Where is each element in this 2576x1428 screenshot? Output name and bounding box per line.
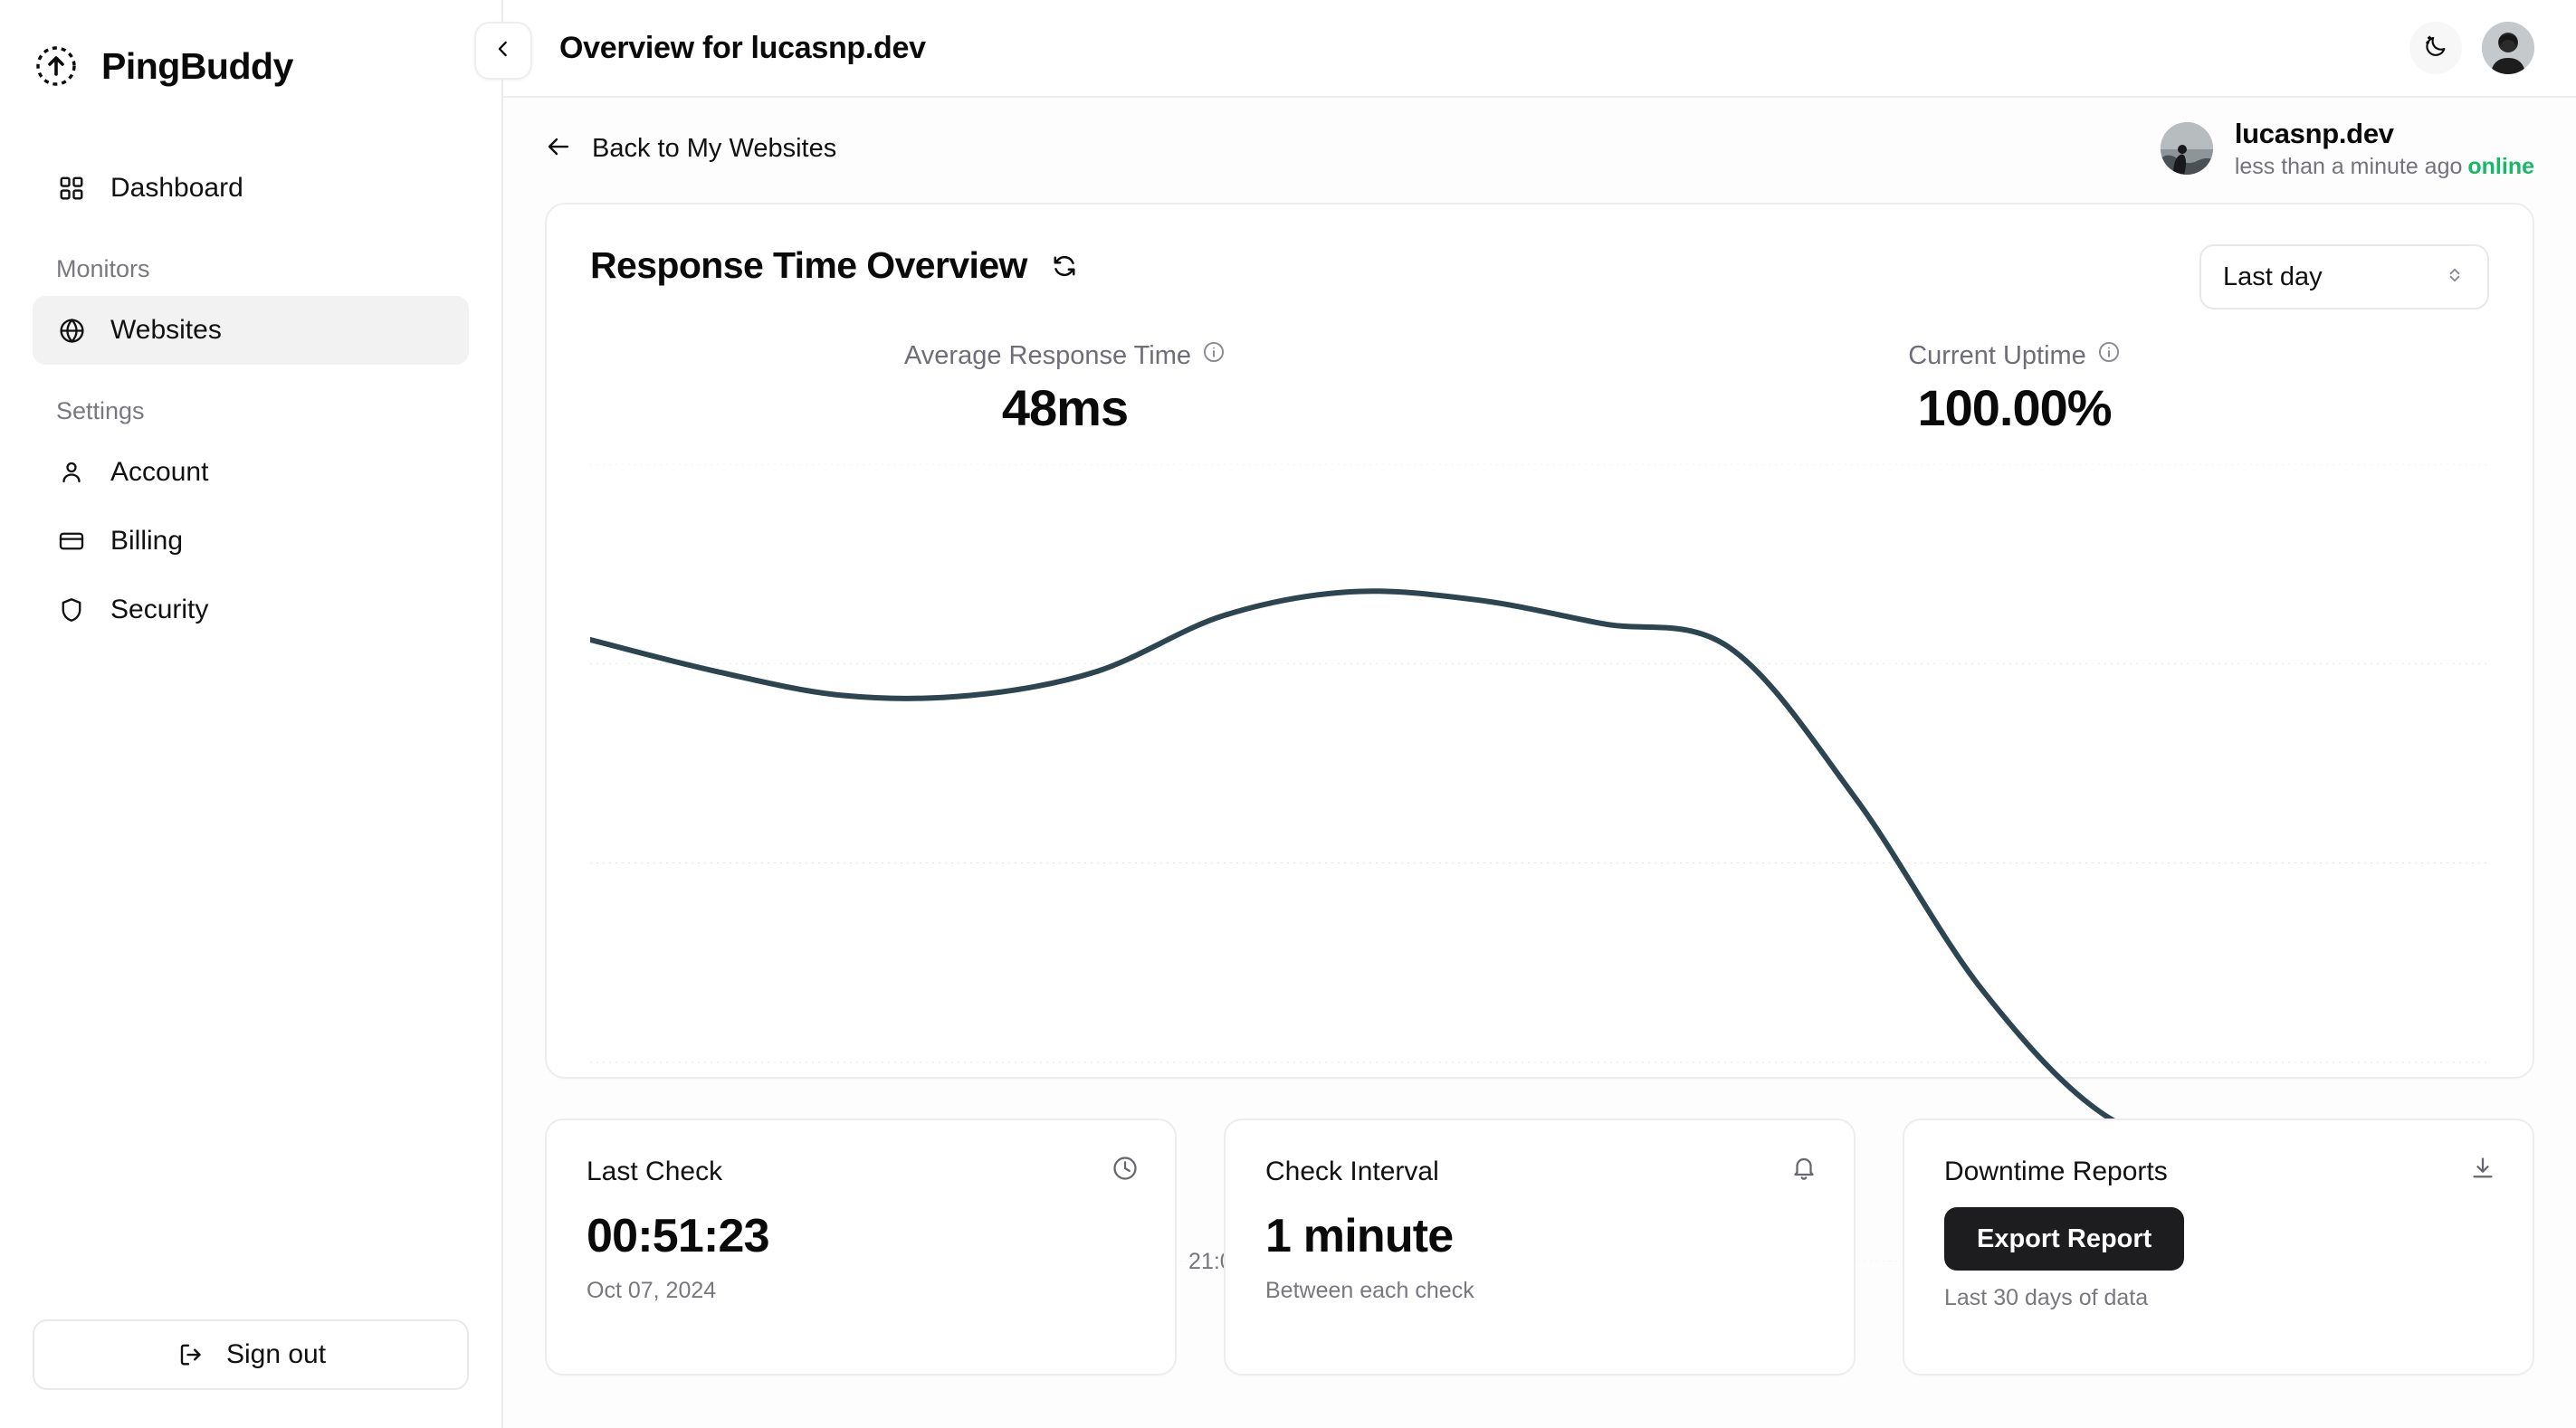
credit-card-icon: [56, 526, 87, 557]
site-info: lucasnp.dev less than a minute ago online: [2160, 118, 2534, 180]
metric-value: 48ms: [1001, 379, 1129, 436]
sidebar-section-monitors: Monitors: [56, 255, 150, 282]
brand: PingBuddy: [0, 0, 501, 98]
metric-label: Average Response Time: [590, 340, 1540, 371]
status-badge: online: [2467, 153, 2534, 179]
metric-current-uptime: Current Uptime 100.00%: [1540, 340, 2489, 437]
sidebar-item-label: Account: [110, 457, 209, 487]
metric-label-text: Average Response Time: [903, 340, 1192, 370]
stat-card-value: 00:51:23: [587, 1210, 770, 1262]
sidebar-item-label: Dashboard: [110, 173, 243, 203]
stat-card-check-interval: Check Interval 1 minute Between each che…: [1224, 1119, 1856, 1376]
stat-cards-row: Last Check 00:51:23 Oct 07, 2024 Check I…: [545, 1119, 2534, 1376]
page-title: Overview for lucasnp.dev: [559, 30, 926, 65]
sign-out-button[interactable]: Sign out: [33, 1319, 469, 1390]
sidebar-item-billing[interactable]: Billing: [33, 507, 469, 576]
brand-name: PingBuddy: [101, 44, 293, 87]
sidebar-item-label: Websites: [110, 315, 222, 345]
chevron-left-icon: [491, 37, 515, 65]
user-avatar[interactable]: [2482, 22, 2534, 74]
metric-average-response-time: Average Response Time 48ms: [590, 340, 1540, 437]
stat-card-last-check: Last Check 00:51:23 Oct 07, 2024: [545, 1119, 1177, 1376]
last-checked-text: less than a minute ago: [2234, 153, 2463, 179]
sidebar-item-label: Billing: [110, 526, 184, 556]
chevron-up-down-icon: [2444, 264, 2466, 290]
stat-card-value: 1 minute: [1265, 1210, 1454, 1262]
topbar-actions: [2409, 22, 2534, 74]
topbar: Overview for lucasnp.dev: [474, 0, 2576, 98]
main-area: Overview for lucasnp.dev Back to My Webs…: [474, 0, 2576, 1428]
collapse-sidebar-button[interactable]: [474, 22, 532, 80]
signout-container: Sign out: [0, 1319, 501, 1428]
arrow-left-icon: [545, 133, 572, 165]
logout-icon: [176, 1339, 206, 1370]
stat-card-title: Check Interval: [1265, 1157, 1439, 1186]
metric-label: Current Uptime: [1540, 340, 2489, 371]
sign-out-label: Sign out: [225, 1339, 327, 1369]
sub-header: Back to My Websites lucasnp.dev less tha…: [545, 98, 2534, 199]
site-thumbnail: [2160, 122, 2213, 175]
site-meta: lucasnp.dev less than a minute ago online: [2235, 118, 2534, 180]
clock-icon: [1111, 1155, 1139, 1186]
stat-card-downtime-reports: Downtime Reports Export Report Last 30 d…: [1903, 1119, 2534, 1376]
site-status-line: less than a minute ago online: [2235, 154, 2534, 180]
chart-title: Response Time Overview: [590, 244, 1027, 286]
refresh-icon[interactable]: [1051, 252, 1078, 280]
stat-card-title: Last Check: [587, 1157, 723, 1186]
back-to-my-websites-link[interactable]: Back to My Websites: [545, 133, 836, 165]
app-root: PingBuddy Dashboard Monitors Websites Se…: [0, 0, 2576, 1428]
info-icon[interactable]: [1202, 340, 1226, 371]
sidebar: PingBuddy Dashboard Monitors Websites Se…: [0, 0, 503, 1428]
stat-card-subtext: Between each check: [1265, 1278, 1474, 1303]
chart-metrics: Average Response Time 48ms Current Uptim…: [590, 340, 2489, 437]
export-report-button[interactable]: Export Report: [1944, 1207, 2185, 1271]
time-range-value: Last day: [2223, 262, 2323, 291]
sidebar-item-label: Security: [110, 595, 209, 624]
theme-toggle-button[interactable]: [2409, 22, 2462, 74]
sidebar-item-security[interactable]: Security: [33, 576, 469, 644]
ping-arrow-icon: [33, 43, 80, 90]
globe-icon: [56, 315, 87, 346]
user-icon: [56, 457, 87, 488]
metric-value: 100.00%: [1917, 379, 2112, 436]
stat-card-title: Downtime Reports: [1944, 1157, 2168, 1186]
stat-card-subtext: Last 30 days of data: [1944, 1285, 2149, 1310]
stat-card-subtext: Oct 07, 2024: [587, 1278, 717, 1303]
chart-header: Response Time Overview Last day: [590, 244, 2489, 309]
chart-line-series: [590, 591, 2489, 1166]
time-range-select[interactable]: Last day: [2199, 244, 2489, 309]
back-link-label: Back to My Websites: [592, 133, 837, 163]
sidebar-item-account[interactable]: Account: [33, 438, 469, 507]
site-name: lucasnp.dev: [2234, 117, 2394, 149]
response-time-card: Response Time Overview Last day Average …: [545, 203, 2534, 1274]
page-content: Back to My Websites lucasnp.dev less tha…: [503, 98, 2576, 1428]
metric-label-text: Current Uptime: [1908, 340, 2086, 370]
chart-title-row: Response Time Overview: [590, 244, 1078, 287]
sidebar-nav: Dashboard Monitors Websites Settings Acc…: [0, 98, 501, 644]
download-icon[interactable]: [2469, 1155, 2496, 1186]
sidebar-item-dashboard[interactable]: Dashboard: [33, 154, 469, 223]
sidebar-item-websites[interactable]: Websites: [33, 296, 469, 365]
moon-stars-icon: [2423, 33, 2448, 63]
shield-icon: [56, 595, 87, 625]
info-icon[interactable]: [2097, 340, 2121, 371]
bell-icon: [1790, 1155, 1818, 1186]
dashboard-grid-icon: [56, 173, 87, 204]
sidebar-section-settings: Settings: [56, 397, 145, 424]
